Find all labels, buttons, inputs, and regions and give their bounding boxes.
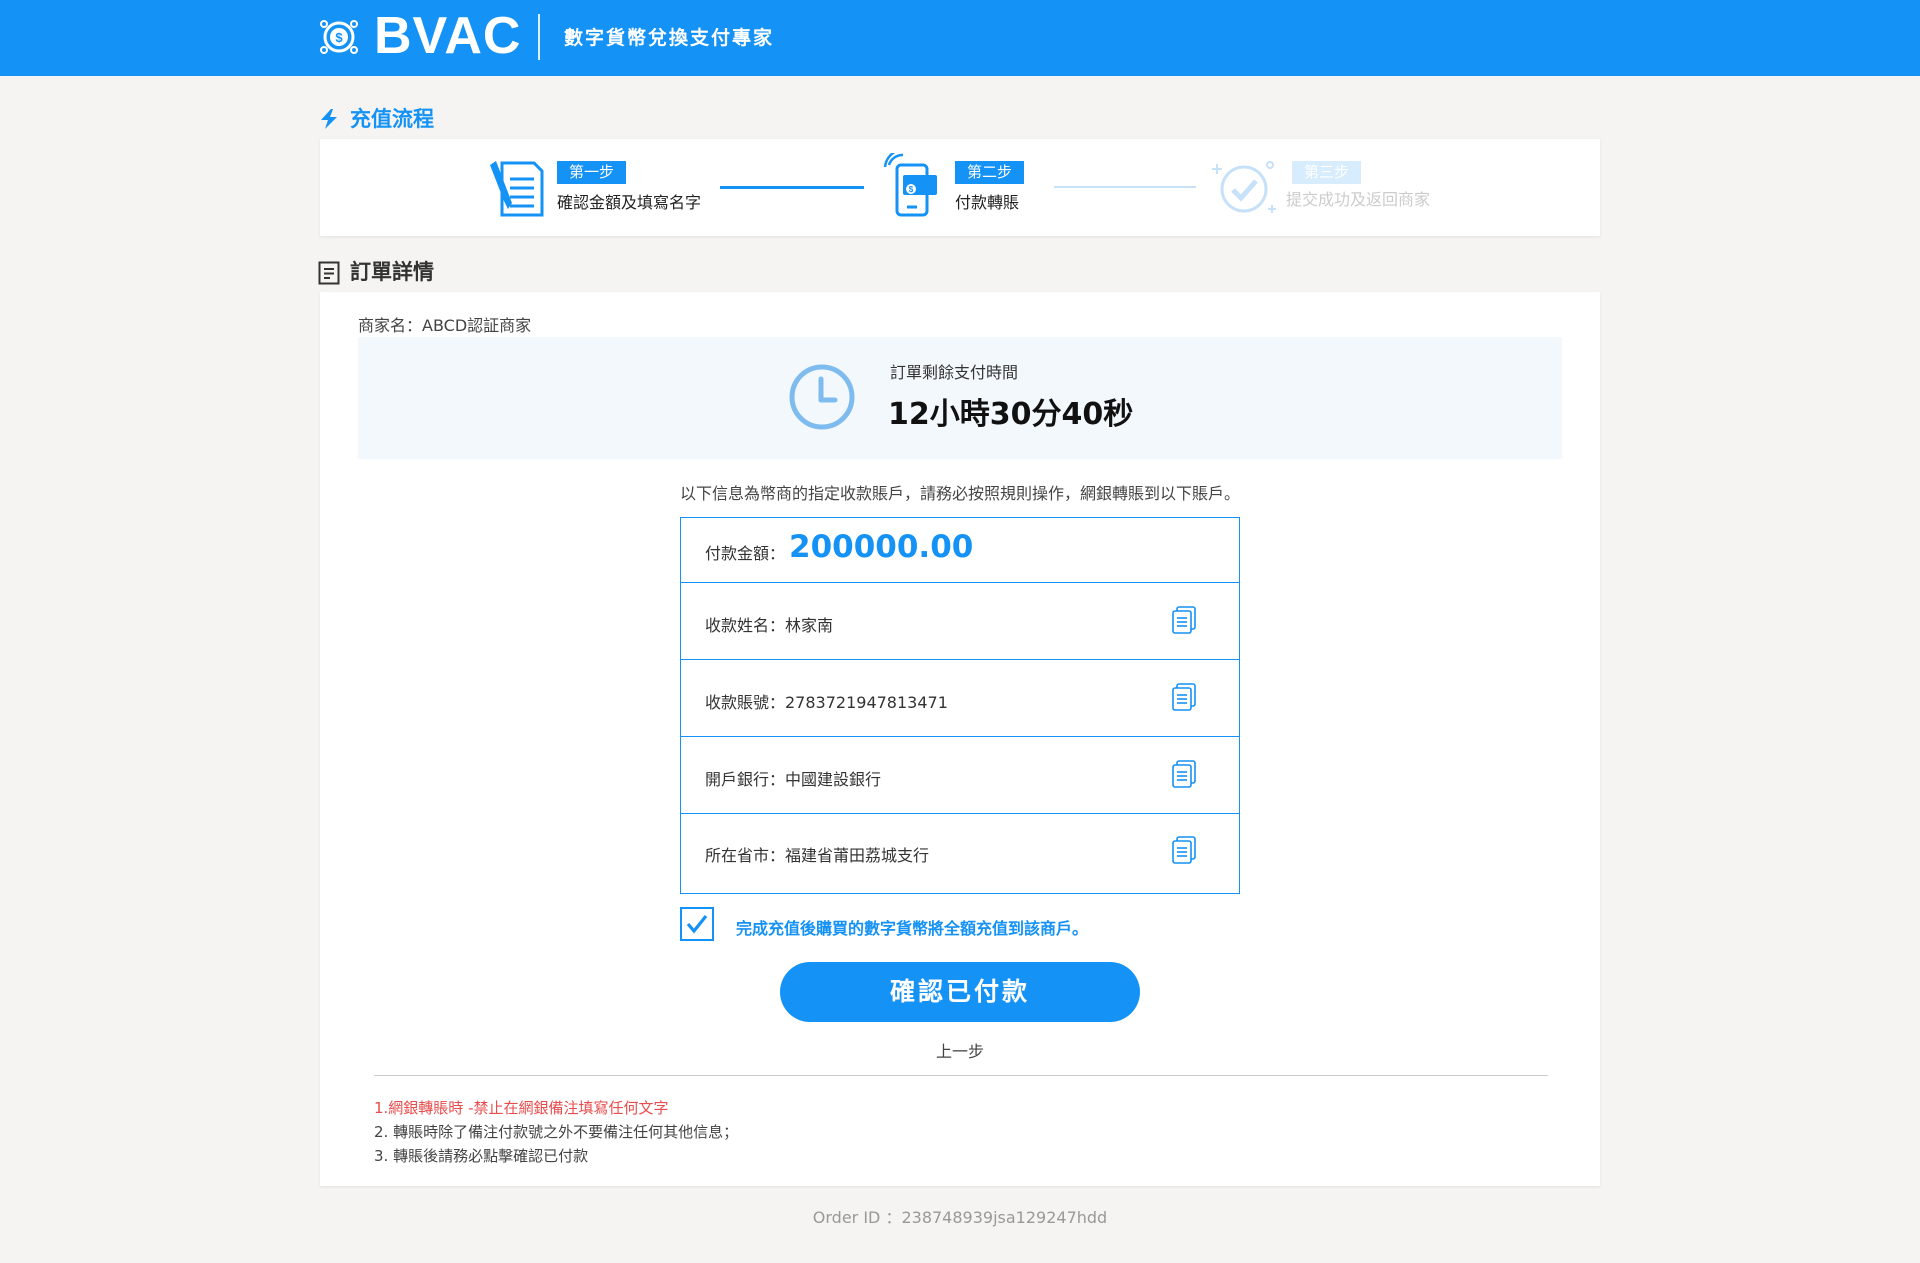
amount-label: 付款金額： — [705, 544, 786, 563]
svg-text:$: $ — [335, 30, 343, 45]
step-1: 第一步 確認金額及填寫名字 — [488, 139, 718, 236]
logo-divider — [538, 14, 540, 60]
province-city-row: 所在省市：福建省莆田荔城支行 — [681, 814, 1239, 893]
payment-info-table: 付款金額： 200000.00 收款姓名：林家南 收款賬號：2783721947… — [680, 517, 1240, 894]
step-2-badge: 第二步 — [955, 161, 1025, 184]
copy-icon[interactable] — [1171, 605, 1199, 635]
previous-step-link[interactable]: 上一步 — [320, 1038, 1600, 1062]
amount-value: 200000.00 — [789, 529, 974, 565]
timer-box: 訂單剩餘支付時間 12小時30分40秒 — [358, 337, 1562, 459]
step-3-label: 提交成功及返回商家 — [1286, 190, 1431, 209]
lightning-icon — [321, 109, 337, 129]
step-1-badge: 第一步 — [557, 161, 627, 184]
payee-name: 收款姓名：林家南 — [705, 616, 834, 635]
step-3-badge: 第三步 — [1292, 161, 1362, 184]
rules-divider — [374, 1075, 1548, 1076]
amount-row: 付款金額： 200000.00 — [681, 518, 1239, 583]
timer-label: 訂單剩餘支付時間 — [890, 363, 1019, 382]
confirm-paid-button[interactable]: 確認已付款 — [780, 962, 1140, 1022]
account-notice: 以下信息為幣商的指定收款賬戶，請務必按照規則操作，網銀轉賬到以下賬戶。 — [679, 484, 1240, 503]
rule-3: 3. 轉賬後請務必點擊確認已付款 — [374, 1147, 589, 1165]
steps-card: 第一步 確認金額及填寫名字 $ 第二步 付款轉賬 第三步 提交成功及返回商家 — [320, 139, 1600, 236]
payee-name-row: 收款姓名：林家南 — [681, 583, 1239, 660]
payment-rules: 1.網銀轉賬時 -禁止在網銀備注填寫任何文字 2. 轉賬時除了備注付款號之外不要… — [374, 1096, 738, 1168]
rule-1: 1.網銀轉賬時 -禁止在網銀備注填寫任何文字 — [374, 1099, 669, 1117]
copy-icon[interactable] — [1171, 759, 1199, 789]
step-2: $ 第二步 付款轉賬 — [883, 139, 1063, 236]
step-connector-2 — [1054, 186, 1196, 188]
timer-value: 12小時30分40秒 — [888, 397, 1134, 432]
province-city: 所在省市：福建省莆田荔城支行 — [705, 846, 930, 865]
step-2-label: 付款轉賬 — [955, 193, 1020, 212]
check-success-icon — [1212, 161, 1276, 213]
agree-checkbox[interactable] — [680, 907, 714, 941]
bank-name-row: 開戶銀行：中國建設銀行 — [681, 737, 1239, 814]
merchant-name: 商家名：ABCD認証商家 — [358, 316, 532, 335]
document-list-icon — [318, 261, 340, 285]
order-detail-card: 商家名：ABCD認証商家 訂單剩餘支付時間 12小時30分40秒 以下信息為幣商… — [320, 292, 1600, 1186]
top-header: $ BVAC 數字貨幣兌換支付專家 — [0, 0, 1920, 76]
copy-icon[interactable] — [1171, 835, 1199, 865]
svg-text:$: $ — [909, 185, 914, 194]
account-number: 收款賬號：2783721947813471 — [705, 693, 948, 712]
copy-icon[interactable] — [1171, 682, 1199, 712]
account-number-row: 收款賬號：2783721947813471 — [681, 660, 1239, 737]
mobile-payment-icon: $ — [883, 153, 937, 217]
logo-slogan: 數字貨幣兌換支付專家 — [564, 27, 775, 49]
logo-text: BVAC — [374, 7, 522, 65]
rule-2: 2. 轉賬時除了備注付款號之外不要備注任何其他信息； — [374, 1123, 739, 1141]
process-title: 充值流程 — [350, 107, 434, 131]
clock-icon — [789, 364, 855, 430]
bank-name: 開戶銀行：中國建設銀行 — [705, 770, 882, 789]
step-connector-1 — [720, 186, 864, 189]
form-edit-icon — [490, 161, 544, 217]
order-id: Order ID ：238748939jsa129247hdd — [812, 1208, 1108, 1227]
agree-text: 完成充值後購買的數字貨幣將全額充值到該商戶。 — [736, 919, 1089, 938]
order-title: 訂單詳情 — [350, 260, 434, 284]
step-3: 第三步 提交成功及返回商家 — [1208, 139, 1448, 236]
checkmark-icon — [686, 915, 708, 934]
step-1-label: 確認金額及填寫名字 — [557, 193, 702, 212]
coin-exchange-icon: $ — [320, 20, 358, 54]
